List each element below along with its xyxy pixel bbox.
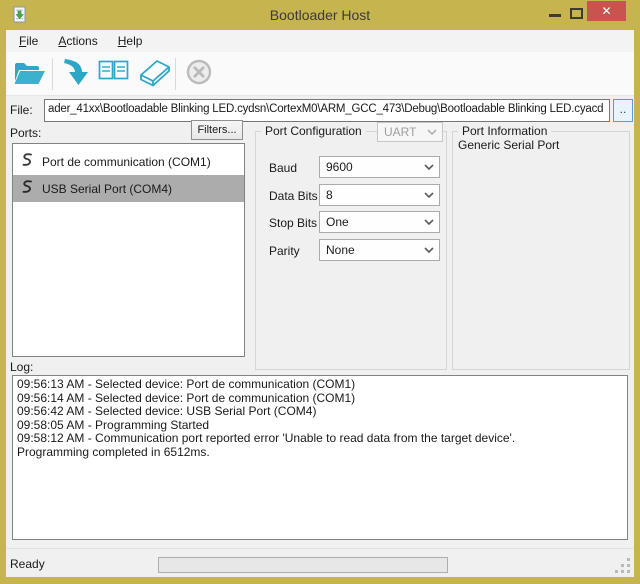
abort-circle-x-icon — [185, 58, 213, 89]
port-item-com4[interactable]: USB Serial Port (COM4) — [13, 175, 244, 202]
open-folder-icon — [12, 58, 46, 89]
status-bar: Ready — [6, 548, 634, 577]
baud-label: Baud — [269, 161, 324, 175]
port-information-title: Port Information — [458, 124, 551, 138]
log-line: 09:58:12 AM - Communication port reporte… — [17, 432, 623, 446]
progress-bar — [158, 557, 448, 573]
minimize-button[interactable] — [549, 14, 561, 17]
resize-grip-icon[interactable] — [615, 558, 630, 573]
port-item-label: Port de communication (COM1) — [42, 154, 211, 169]
client-area: File Actions Help — [6, 30, 634, 577]
log-label: Log: — [10, 360, 33, 374]
port-configuration-group: Port Configuration Baud 9600 Data Bits 8… — [255, 131, 447, 370]
titlebar: Bootloader Host ✕ — [0, 0, 640, 30]
data-bits-select[interactable]: 8 — [319, 184, 440, 206]
eraser-icon — [132, 56, 172, 91]
port-information-group: Port Information Generic Serial Port — [452, 131, 630, 370]
log-line: 09:56:42 AM - Selected device: USB Seria… — [17, 405, 623, 419]
bootloader-host-window: Bootloader Host ✕ File Actions Help — [0, 0, 640, 584]
data-bits-label: Data Bits — [269, 189, 324, 203]
stop-bits-label: Stop Bits — [269, 216, 324, 230]
serial-port-icon — [20, 179, 33, 198]
menu-file[interactable]: File — [9, 31, 48, 51]
chevron-down-icon — [424, 192, 434, 198]
chevron-down-icon — [424, 247, 434, 253]
serial-port-icon — [20, 152, 33, 171]
log-line: Programming completed in 6512ms. — [17, 446, 623, 460]
verify-button[interactable] — [95, 55, 133, 93]
stop-bits-select[interactable]: One — [319, 211, 440, 233]
ports-list: Port de communication (COM1) USB Serial … — [12, 143, 245, 357]
log-line: 09:56:13 AM - Selected device: Port de c… — [17, 378, 623, 392]
program-arrow-icon — [61, 56, 91, 91]
ports-label: Ports: — [10, 126, 41, 140]
protocol-select[interactable]: UART — [377, 122, 443, 142]
abort-button[interactable] — [180, 55, 218, 93]
port-information-text: Generic Serial Port — [458, 138, 559, 152]
open-file-button[interactable] — [10, 55, 48, 93]
toolbar — [6, 52, 634, 96]
erase-button[interactable] — [133, 55, 171, 93]
browse-button[interactable]: .. — [613, 99, 633, 122]
menu-actions[interactable]: Actions — [48, 31, 107, 51]
chevron-down-icon — [424, 219, 434, 225]
menu-help[interactable]: Help — [108, 31, 153, 51]
chevron-down-icon — [427, 129, 437, 135]
program-button[interactable] — [57, 55, 95, 93]
file-path-input[interactable]: ader_41xx\Bootloadable Blinking LED.cyds… — [44, 99, 610, 122]
window-title: Bootloader Host — [0, 0, 640, 30]
maximize-button[interactable] — [570, 8, 583, 19]
port-configuration-title: Port Configuration — [261, 124, 366, 138]
verify-documents-icon — [96, 57, 132, 90]
menu-bar: File Actions Help — [6, 30, 634, 52]
filters-button[interactable]: Filters... — [191, 120, 243, 140]
port-item-com1[interactable]: Port de communication (COM1) — [13, 148, 244, 175]
chevron-down-icon — [424, 164, 434, 170]
baud-select[interactable]: 9600 — [319, 156, 440, 178]
file-label: File: — [10, 103, 33, 117]
parity-select[interactable]: None — [319, 239, 440, 261]
parity-label: Parity — [269, 244, 324, 258]
port-item-label: USB Serial Port (COM4) — [42, 181, 172, 196]
close-button[interactable]: ✕ — [587, 1, 626, 21]
toolbar-separator — [175, 58, 176, 90]
log-line: 09:56:14 AM - Selected device: Port de c… — [17, 392, 623, 406]
status-text: Ready — [10, 557, 45, 571]
toolbar-separator — [52, 58, 53, 90]
log-output[interactable]: 09:56:13 AM - Selected device: Port de c… — [12, 375, 628, 540]
log-line: 09:58:05 AM - Programming Started — [17, 419, 623, 433]
